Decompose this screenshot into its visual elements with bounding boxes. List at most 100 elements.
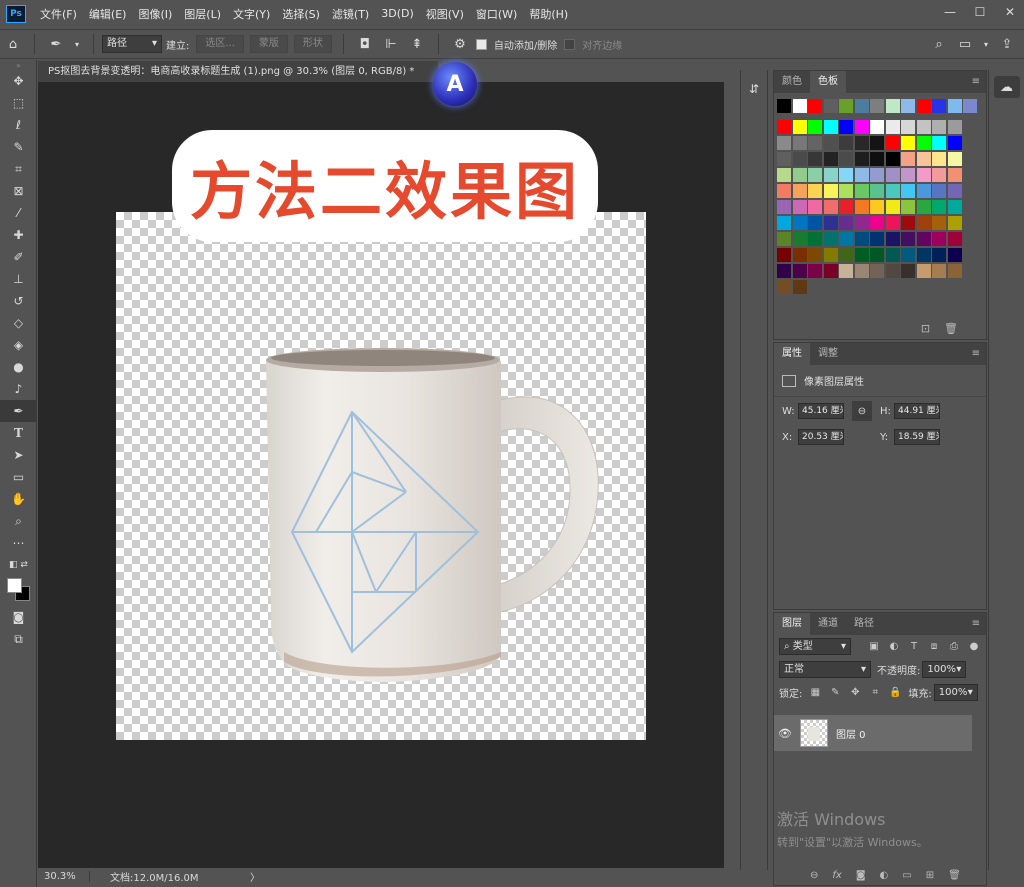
panel-menu-icon[interactable]: ≡ — [972, 348, 980, 359]
pen-tool-preset-icon[interactable]: ✒ — [47, 35, 65, 53]
color-swatch[interactable] — [808, 264, 822, 278]
tab-channels[interactable]: 通道 — [810, 613, 846, 635]
filter-toggle-icon[interactable]: ● — [967, 640, 981, 654]
creative-cloud-icon[interactable]: ☁ — [993, 76, 1020, 98]
document-canvas-area[interactable]: A 方法二效果图 — [38, 62, 724, 868]
add-mask-icon[interactable]: ◙ — [856, 870, 866, 881]
auto-add-delete-checkbox[interactable] — [475, 38, 487, 50]
color-swatch[interactable] — [947, 120, 962, 134]
color-swatch[interactable] — [870, 232, 884, 246]
brush-tool-icon[interactable]: ✐ — [0, 246, 37, 268]
lock-pixels-icon[interactable]: ✎ — [828, 686, 842, 700]
color-swatch[interactable] — [947, 152, 962, 166]
color-swatch[interactable] — [870, 152, 884, 166]
color-swatch[interactable] — [932, 136, 946, 150]
opacity-field[interactable]: 100% ▾ — [922, 661, 967, 678]
eyedropper-tool-icon[interactable]: ⁄ — [0, 202, 37, 224]
color-swatch[interactable] — [870, 216, 884, 230]
lock-artboard-icon[interactable]: ⌗ — [868, 686, 882, 700]
color-swatch[interactable] — [792, 136, 807, 150]
color-swatch[interactable] — [777, 248, 791, 262]
color-swatch[interactable] — [777, 216, 791, 230]
new-swatch-icon[interactable]: ⊡ — [921, 322, 930, 335]
color-swatch[interactable] — [777, 280, 791, 294]
color-swatch[interactable] — [854, 120, 869, 134]
color-swatch[interactable] — [854, 248, 869, 262]
menu-type[interactable]: 文字(Y) — [227, 6, 276, 22]
pen-tool-icon[interactable]: ✒ — [0, 400, 37, 422]
color-swatch[interactable] — [854, 232, 869, 246]
make-mask-button[interactable]: 蒙版 — [249, 35, 288, 53]
eraser-tool-icon[interactable]: ◇ — [0, 312, 37, 334]
color-swatch[interactable] — [870, 264, 884, 278]
color-swatch[interactable] — [823, 152, 838, 166]
color-swatch[interactable] — [870, 136, 884, 150]
layer-style-icon[interactable]: fx — [832, 870, 841, 881]
maximize-button[interactable]: ☐ — [972, 4, 988, 20]
search-icon[interactable]: ⌕ — [930, 35, 948, 53]
blend-mode-select[interactable]: 正常 ▾ — [779, 661, 871, 678]
color-swatch[interactable] — [777, 200, 791, 214]
color-swatch[interactable] — [932, 99, 946, 113]
color-swatch[interactable] — [901, 152, 915, 166]
close-button[interactable]: ✕ — [1002, 4, 1018, 20]
gear-icon[interactable]: ⚙ — [451, 35, 469, 53]
color-swatch[interactable] — [808, 248, 822, 262]
color-swatch[interactable] — [901, 99, 915, 113]
color-swatch[interactable] — [839, 232, 853, 246]
path-arrangement-icon[interactable]: ⇞ — [408, 35, 426, 53]
color-swatch[interactable] — [885, 168, 900, 182]
workspace-icon[interactable]: ▭ — [956, 35, 974, 53]
quick-mask-icon[interactable]: ◙ — [0, 606, 37, 628]
lock-position-icon[interactable]: ✥ — [848, 686, 862, 700]
path-operations-icon[interactable]: ◘ — [356, 35, 374, 53]
color-swatch[interactable] — [854, 168, 869, 182]
minimize-button[interactable]: — — [942, 4, 958, 20]
layer-name[interactable]: 图层 0 — [836, 726, 866, 741]
color-swatch[interactable] — [839, 264, 853, 278]
color-swatch[interactable] — [916, 216, 931, 230]
color-swatch[interactable] — [916, 99, 931, 113]
blur-tool-icon[interactable]: ● — [0, 356, 37, 378]
color-swatch[interactable] — [870, 99, 884, 113]
color-swatch[interactable] — [901, 168, 915, 182]
height-field[interactable]: 44.91 厘米 — [894, 403, 940, 419]
color-swatch[interactable] — [839, 184, 853, 198]
color-swatch[interactable] — [901, 216, 915, 230]
filter-adjustment-icon[interactable]: ◐ — [887, 640, 901, 654]
color-swatch[interactable] — [932, 264, 946, 278]
color-swatch[interactable] — [947, 184, 962, 198]
color-swatch[interactable] — [792, 99, 807, 113]
lock-all-icon[interactable]: 🔒 — [888, 686, 902, 700]
y-field[interactable]: 18.59 厘米 — [894, 429, 940, 445]
tab-layers[interactable]: 图层 — [774, 613, 810, 635]
color-swatch[interactable] — [808, 168, 822, 182]
menu-window[interactable]: 窗口(W) — [470, 6, 523, 22]
rectangle-tool-icon[interactable]: ▭ — [0, 466, 37, 488]
default-colors-icon[interactable]: ◧ ⇄ — [0, 554, 37, 576]
color-swatch[interactable] — [947, 216, 962, 230]
move-tool-icon[interactable]: ✥ — [0, 70, 37, 92]
color-swatch[interactable] — [839, 120, 853, 134]
color-swatch[interactable] — [947, 99, 962, 113]
menu-file[interactable]: 文件(F) — [34, 6, 83, 22]
color-swatch[interactable] — [870, 168, 884, 182]
tab-properties[interactable]: 属性 — [774, 343, 810, 365]
color-swatch[interactable] — [777, 99, 791, 113]
color-swatch[interactable] — [932, 200, 946, 214]
color-swatch[interactable] — [854, 184, 869, 198]
image-canvas[interactable] — [116, 212, 646, 740]
history-panel-icon[interactable]: ⇵ — [741, 78, 767, 100]
color-swatch[interactable] — [947, 248, 962, 262]
color-swatch[interactable] — [947, 232, 962, 246]
color-swatch[interactable] — [823, 264, 838, 278]
color-swatch[interactable] — [823, 168, 838, 182]
color-swatch[interactable] — [792, 200, 807, 214]
color-swatch[interactable] — [916, 264, 931, 278]
align-edges-checkbox[interactable] — [564, 38, 576, 50]
clone-stamp-tool-icon[interactable]: ⊥ — [0, 268, 37, 290]
color-swatch[interactable] — [885, 264, 900, 278]
tab-swatches[interactable]: 色板 — [810, 71, 846, 93]
color-swatch[interactable] — [916, 136, 931, 150]
color-swatch[interactable] — [854, 216, 869, 230]
